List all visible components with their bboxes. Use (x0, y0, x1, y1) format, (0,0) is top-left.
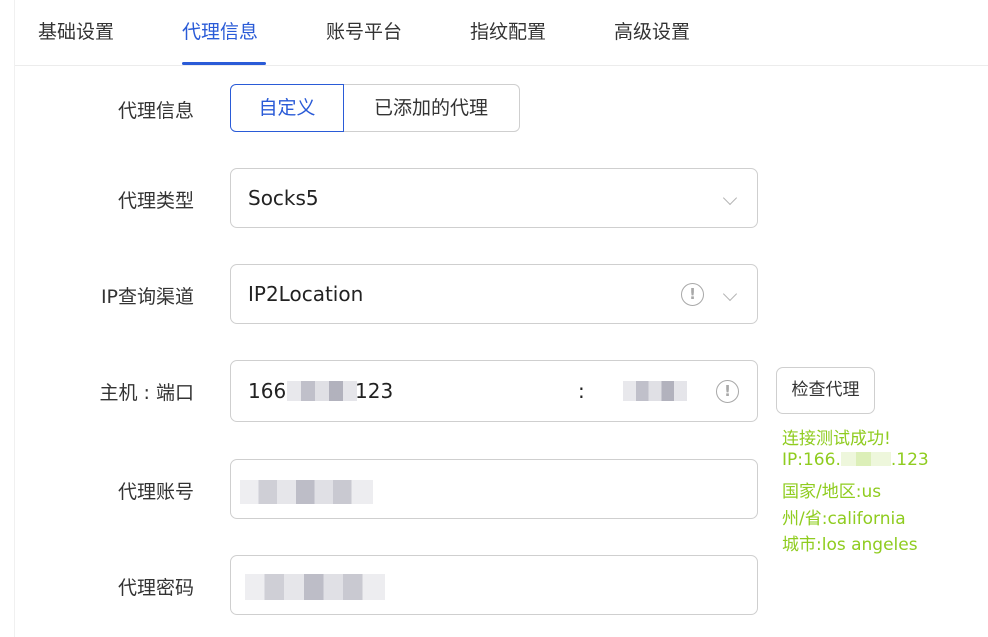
proxy-account-label: 代理账号 (117, 481, 194, 503)
chevron-down-icon (722, 286, 738, 302)
segment-added-proxy[interactable]: 已添加的代理 (343, 84, 520, 132)
port-redacted-mosaic (623, 381, 687, 401)
chevron-down-icon (722, 190, 738, 206)
result-city: 城市:los angeles (782, 535, 918, 555)
ip-channel-select[interactable]: IP2Location ! (230, 264, 758, 324)
host-port-separator: : (578, 379, 585, 403)
tab-basic-settings[interactable]: 基础设置 (38, 0, 114, 66)
tab-fingerprint-config[interactable]: 指纹配置 (470, 0, 546, 66)
segment-custom[interactable]: 自定义 (230, 84, 344, 132)
result-ip-redacted (840, 452, 891, 466)
host-port-input[interactable]: 166 123 : ! (230, 360, 758, 422)
proxy-account-input[interactable] (230, 459, 758, 519)
proxy-type-select[interactable]: Socks5 (230, 168, 758, 228)
info-icon[interactable]: ! (681, 283, 704, 306)
result-success-text: 连接测试成功! (782, 429, 891, 449)
result-ip: IP:166. .123 (782, 450, 929, 470)
account-redacted-mosaic (240, 480, 373, 504)
proxy-info-label: 代理信息 (117, 100, 194, 122)
active-tab-indicator (182, 62, 266, 65)
proxy-type-value: Socks5 (248, 186, 319, 210)
result-state: 州/省:california (782, 509, 906, 529)
result-ip-suffix: .123 (890, 450, 929, 470)
tab-account-platform[interactable]: 账号平台 (326, 0, 402, 66)
proxy-password-label: 代理密码 (117, 577, 194, 599)
ip-channel-value: IP2Location (248, 282, 364, 306)
host-prefix-text: 166 (248, 379, 287, 403)
result-country: 国家/地区:us (782, 482, 882, 502)
result-ip-prefix: IP:166. (782, 450, 841, 470)
host-redacted-mosaic (287, 381, 357, 401)
proxy-type-label: 代理类型 (117, 190, 194, 212)
host-port-label: 主机 : 端口 (99, 382, 194, 404)
password-redacted-mosaic (245, 574, 385, 600)
tab-proxy-info[interactable]: 代理信息 (182, 0, 258, 66)
proxy-password-input[interactable] (230, 555, 758, 615)
info-icon[interactable]: ! (716, 380, 739, 403)
ip-channel-label: IP查询渠道 (100, 286, 194, 308)
tab-bar: 基础设置 代理信息 账号平台 指纹配置 高级设置 (15, 0, 988, 66)
host-suffix-text: 123 (355, 379, 394, 403)
check-proxy-button[interactable]: 检查代理 (776, 367, 875, 414)
tab-advanced-settings[interactable]: 高级设置 (614, 0, 690, 66)
